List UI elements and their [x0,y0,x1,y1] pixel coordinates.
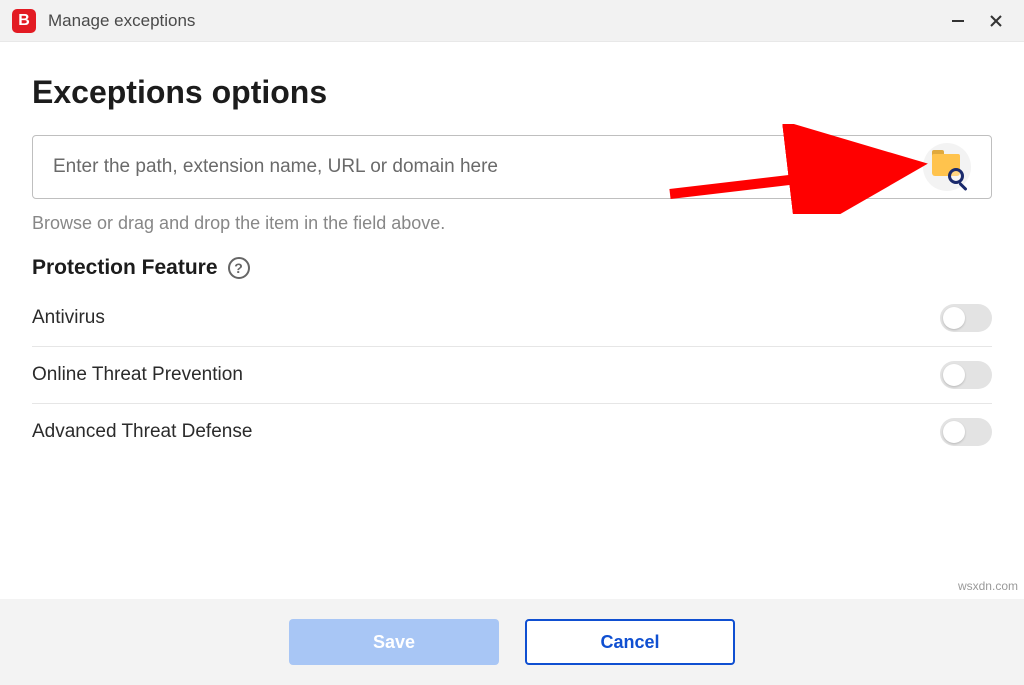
minimize-button[interactable] [948,11,968,31]
path-input[interactable] [53,156,923,178]
app-icon: B [12,9,36,33]
save-button[interactable]: Save [289,619,499,665]
feature-toggle[interactable] [940,304,992,332]
section-label-text: Protection Feature [32,256,218,280]
watermark: wsxdn.com [958,579,1018,593]
content-area: Exceptions options Browse or drag and dr… [0,42,1024,460]
feature-row: Online Threat Prevention [32,347,992,404]
feature-toggle[interactable] [940,418,992,446]
close-button[interactable] [986,11,1006,31]
window-title: Manage exceptions [48,11,948,31]
feature-row: Antivirus [32,290,992,347]
titlebar: B Manage exceptions [0,0,1024,42]
help-icon[interactable]: ? [228,257,250,279]
browse-button[interactable] [923,143,971,191]
hint-text: Browse or drag and drop the item in the … [32,213,992,234]
feature-label: Online Threat Prevention [32,364,243,386]
footer: Save Cancel [0,599,1024,685]
feature-list: Antivirus Online Threat Prevention Advance… [32,290,992,460]
path-field-row [32,135,992,199]
page-title: Exceptions options [32,74,992,111]
feature-label: Antivirus [32,307,105,329]
window-controls [948,11,1012,31]
folder-search-icon [932,154,962,180]
cancel-button[interactable]: Cancel [525,619,735,665]
feature-row: Advanced Threat Defense [32,404,992,460]
section-label: Protection Feature ? [32,256,992,280]
feature-label: Advanced Threat Defense [32,421,252,443]
feature-toggle[interactable] [940,361,992,389]
